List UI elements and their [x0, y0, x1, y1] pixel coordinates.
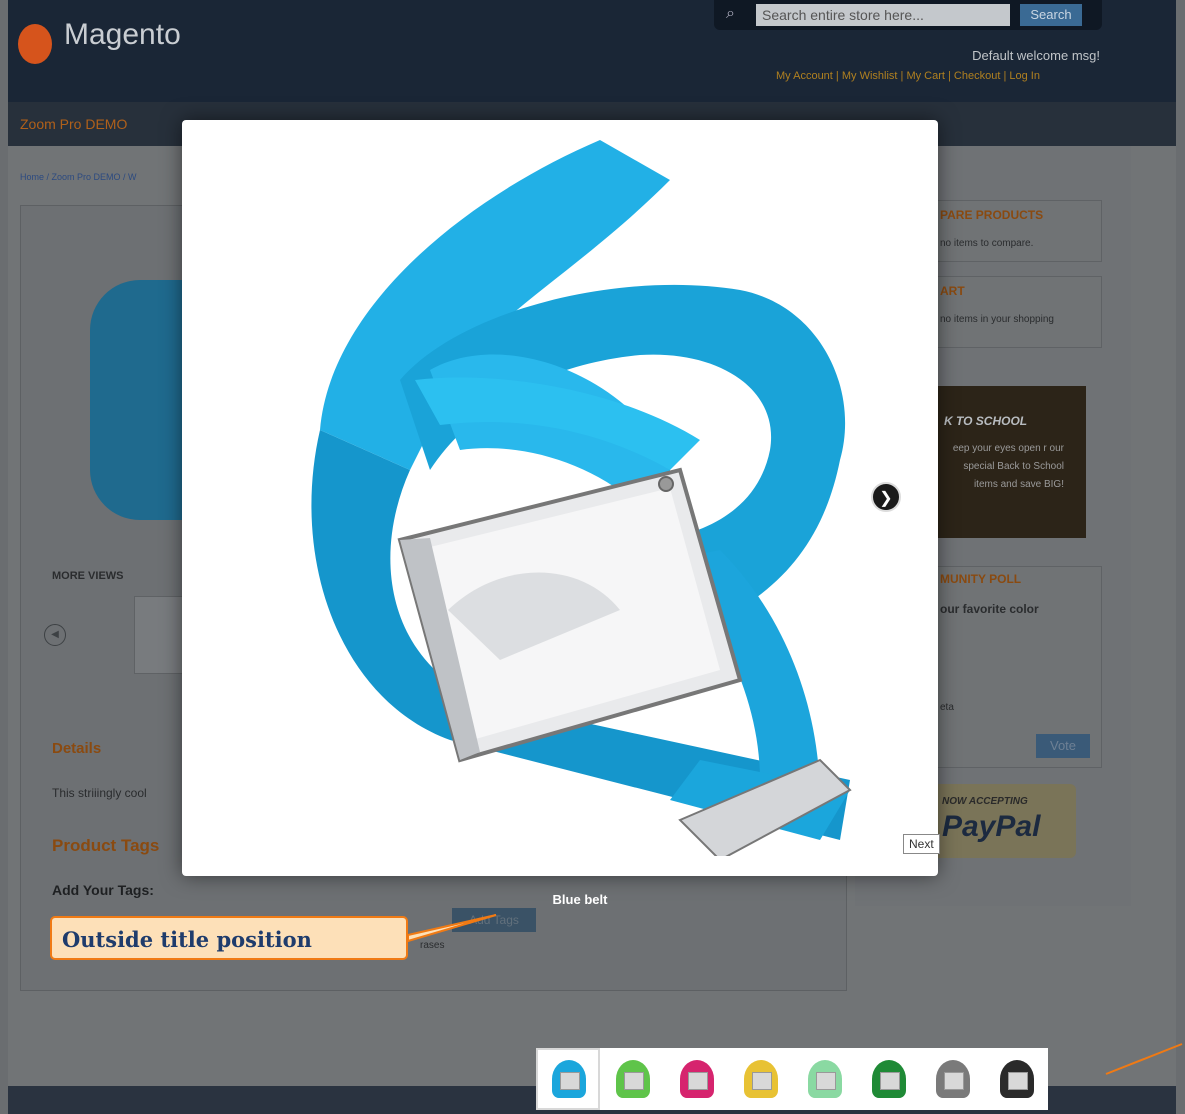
lightbox-thumb[interactable] — [856, 1048, 920, 1110]
details-heading: Details — [52, 740, 102, 757]
logo-text[interactable]: Magento — [64, 18, 181, 52]
buckle-shape — [816, 1072, 836, 1090]
buckle-shape — [880, 1072, 900, 1090]
link-my-cart[interactable]: My Cart — [906, 70, 945, 82]
poll-question: our favorite color — [940, 602, 1039, 616]
buckle-shape — [752, 1072, 772, 1090]
next-tooltip: Next — [903, 834, 940, 854]
link-my-account[interactable]: My Account — [776, 70, 833, 82]
poll-title: MUNITY POLL — [940, 572, 1022, 586]
compare-title: PARE PRODUCTS — [940, 208, 1044, 222]
welcome-message: Default welcome msg! — [972, 48, 1100, 63]
lightbox-thumb[interactable] — [792, 1048, 856, 1110]
link-checkout[interactable]: Checkout — [954, 70, 1000, 82]
nav-item-zoom-pro-demo[interactable]: Zoom Pro DEMO — [20, 116, 127, 132]
promo-title: K TO SCHOOL — [944, 414, 1028, 428]
site-header: Magento ⌕ Search entire store here... Se… — [8, 0, 1176, 102]
product-main-image[interactable] — [90, 280, 190, 520]
buckle-shape — [688, 1072, 708, 1090]
buckle-shape — [560, 1072, 580, 1090]
search-button[interactable]: Search — [1020, 4, 1082, 26]
back-to-school-banner[interactable]: K TO SCHOOL eep your eyes open r our spe… — [936, 386, 1086, 538]
cart-text: no items in your shopping — [940, 314, 1054, 325]
link-my-wishlist[interactable]: My Wishlist — [842, 70, 898, 82]
lightbox-thumb[interactable] — [600, 1048, 664, 1110]
search-bar: ⌕ Search entire store here... Search — [714, 0, 1102, 30]
more-views-thumb[interactable] — [134, 596, 186, 674]
add-tags-label: Add Your Tags: — [52, 882, 154, 898]
top-links: My Account | My Wishlist | My Cart | Che… — [776, 70, 1040, 82]
breadcrumb[interactable]: Home / Zoom Pro DEMO / W — [20, 172, 137, 182]
buckle-shape — [624, 1072, 644, 1090]
link-log-in[interactable]: Log In — [1009, 70, 1040, 82]
buckle-shape — [1008, 1072, 1028, 1090]
lightbox-thumbnail-strip — [536, 1044, 1052, 1114]
prev-thumb-arrow-icon[interactable]: ◀ — [44, 624, 66, 646]
details-text: This striiingly cool — [52, 786, 147, 800]
paypal-top-text: NOW ACCEPTING — [942, 796, 1028, 807]
lightbox-thumb[interactable] — [984, 1048, 1048, 1110]
lightbox-thumb[interactable] — [536, 1048, 600, 1110]
paypal-logo: PayPal — [942, 810, 1041, 843]
promo-text: eep your eyes open r our special Back to… — [952, 443, 1064, 490]
product-tags-heading: Product Tags — [52, 836, 160, 855]
lightbox-title: Blue belt — [552, 892, 608, 907]
blue-belt-image — [311, 140, 852, 856]
lightbox-thumb[interactable] — [728, 1048, 792, 1110]
lightbox-thumb[interactable] — [664, 1048, 728, 1110]
poll-option[interactable]: eta — [940, 702, 954, 713]
search-icon: ⌕ — [726, 5, 735, 22]
callout-pointer-right — [1105, 1043, 1183, 1075]
magento-logo-icon[interactable] — [18, 24, 52, 64]
lightbox-popup — [182, 120, 938, 876]
callout-pointer — [407, 914, 497, 943]
paypal-badge: NOW ACCEPTING PayPal — [930, 784, 1076, 858]
more-views-label: MORE VIEWS — [52, 570, 124, 582]
cart-title: ART — [940, 284, 965, 298]
compare-text: no items to compare. — [940, 238, 1034, 249]
lightbox-thumb[interactable] — [920, 1048, 984, 1110]
vote-button[interactable]: Vote — [1036, 734, 1090, 758]
callout-text: Outside title position — [62, 927, 312, 952]
next-arrow-icon[interactable]: ❯ — [871, 482, 901, 512]
search-input[interactable]: Search entire store here... — [756, 4, 1010, 26]
callout-box: Outside title position — [50, 916, 408, 960]
buckle-shape — [944, 1072, 964, 1090]
